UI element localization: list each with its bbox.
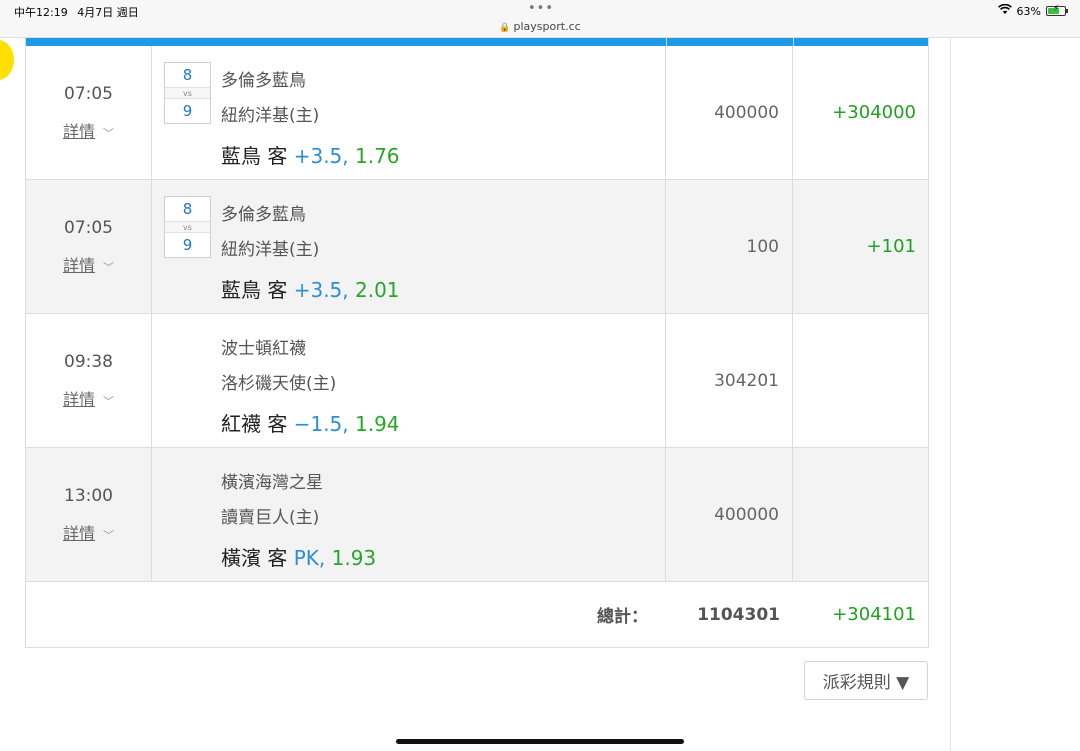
pick-line: +3.5, bbox=[293, 278, 349, 302]
total-bet: 1104301 bbox=[697, 604, 780, 625]
bet-pick: 橫濱 客 PK, 1.93 bbox=[221, 542, 376, 571]
bet-pick: 紅襪 客 −1.5, 1.94 bbox=[221, 408, 400, 437]
win-cell: +101 bbox=[793, 180, 928, 313]
more-dots-icon[interactable]: ••• bbox=[528, 1, 554, 16]
game-time: 09:38 bbox=[64, 351, 113, 372]
battery-percent: 63% bbox=[1016, 4, 1041, 18]
table-row: 13:00 詳情 ﹀ 橫濱海灣之星 讀賣巨人(主) 橫濱 客 PK, 1.93 4… bbox=[26, 448, 928, 582]
table-row: 09:38 詳情 ﹀ 波士頓紅襪 洛杉磯天使(主) 紅襪 客 −1.5, 1.94… bbox=[26, 314, 928, 448]
pick-odds: 2.01 bbox=[355, 278, 400, 302]
home-score: 9 bbox=[182, 102, 193, 120]
pick-odds: 1.93 bbox=[331, 546, 377, 570]
url-text: playsport.cc bbox=[513, 20, 581, 33]
status-time: 中午12:19 bbox=[14, 6, 68, 19]
pick-team: 紅襪 客 bbox=[221, 412, 288, 436]
bet-cell: 304201 bbox=[666, 314, 793, 447]
bet-cell: 400000 bbox=[666, 448, 793, 581]
bet-amount: 304201 bbox=[714, 370, 779, 391]
payout-rules-button[interactable]: 派彩規則 ▼ bbox=[804, 661, 928, 700]
away-score: 8 bbox=[182, 200, 193, 218]
vs-label: vs bbox=[165, 221, 210, 233]
total-win: +304101 bbox=[832, 604, 916, 625]
win-amount: +101 bbox=[866, 236, 916, 257]
home-score: 9 bbox=[182, 236, 193, 254]
time-cell: 07:05 詳情 ﹀ bbox=[26, 180, 152, 313]
status-right: 63% ⚡ bbox=[997, 3, 1068, 18]
pick-odds: 1.94 bbox=[355, 412, 400, 436]
table-row: 07:05 詳情 ﹀ 8 vs 9 多倫多藍鳥 紐約洋基(主) 藍鳥 客 +3.5… bbox=[26, 46, 928, 180]
time-cell: 09:38 詳情 ﹀ bbox=[26, 314, 152, 447]
status-date: 4月7日 週日 bbox=[77, 6, 139, 19]
match-cell: 橫濱海灣之星 讀賣巨人(主) 橫濱 客 PK, 1.93 bbox=[152, 448, 666, 581]
table-header-bar bbox=[26, 38, 928, 46]
bet-pick: 藍鳥 客 +3.5, 1.76 bbox=[221, 140, 400, 169]
time-cell: 07:05 詳情 ﹀ bbox=[26, 46, 152, 179]
home-team: 洛杉磯天使(主) bbox=[221, 374, 337, 394]
bet-pick: 藍鳥 客 +3.5, 2.01 bbox=[221, 274, 400, 303]
chevron-down-icon: ﹀ bbox=[103, 528, 114, 542]
address-bar[interactable]: 🔒 playsport.cc bbox=[0, 20, 1080, 33]
match-cell: 8 vs 9 多倫多藍鳥 紐約洋基(主) 藍鳥 客 +3.5, 2.01 bbox=[152, 180, 666, 313]
away-score: 8 bbox=[182, 66, 193, 84]
home-team: 讀賣巨人(主) bbox=[221, 508, 320, 528]
away-team: 多倫多藍鳥 bbox=[221, 205, 306, 225]
chevron-down-icon: ﹀ bbox=[103, 394, 114, 408]
total-row: 總計： 1104301 +304101 bbox=[26, 582, 928, 648]
time-cell: 13:00 詳情 ﹀ bbox=[26, 448, 152, 581]
home-indicator[interactable] bbox=[396, 739, 684, 744]
pick-line: PK, bbox=[293, 546, 326, 570]
bet-amount: 400000 bbox=[714, 504, 779, 525]
total-label: 總計： bbox=[597, 607, 648, 627]
bet-record-table: 07:05 詳情 ﹀ 8 vs 9 多倫多藍鳥 紐約洋基(主) 藍鳥 客 +3.5… bbox=[25, 38, 929, 648]
pick-line: −1.5, bbox=[293, 412, 349, 436]
chevron-down-icon: ﹀ bbox=[103, 260, 114, 274]
pick-line: +3.5, bbox=[293, 144, 349, 168]
pick-team: 藍鳥 客 bbox=[221, 278, 288, 302]
status-time-date: 中午12:19 4月7日 週日 bbox=[14, 4, 145, 20]
status-bar: 中午12:19 4月7日 週日 ••• 🔒 playsport.cc 63% ⚡ bbox=[0, 0, 1080, 38]
win-cell bbox=[793, 448, 928, 581]
chevron-down-icon: ﹀ bbox=[103, 126, 114, 140]
away-team: 橫濱海灣之星 bbox=[221, 473, 323, 493]
win-amount: +304000 bbox=[832, 102, 916, 123]
lock-icon: 🔒 bbox=[499, 23, 511, 33]
game-time: 07:05 bbox=[64, 217, 113, 238]
win-cell: +304000 bbox=[793, 46, 928, 179]
vs-label: vs bbox=[165, 87, 210, 99]
table-row: 07:05 詳情 ﹀ 8 vs 9 多倫多藍鳥 紐約洋基(主) 藍鳥 客 +3.5… bbox=[26, 180, 928, 314]
detail-link[interactable]: 詳情 ﹀ bbox=[63, 252, 114, 276]
score-box: 8 vs 9 bbox=[164, 62, 211, 124]
battery-icon: ⚡ bbox=[1046, 4, 1068, 16]
match-cell: 波士頓紅襪 洛杉磯天使(主) 紅襪 客 −1.5, 1.94 bbox=[152, 314, 666, 447]
detail-link[interactable]: 詳情 ﹀ bbox=[63, 520, 114, 544]
win-cell bbox=[793, 314, 928, 447]
away-team: 多倫多藍鳥 bbox=[221, 71, 306, 91]
home-team: 紐約洋基(主) bbox=[221, 240, 320, 260]
wifi-icon bbox=[997, 3, 1012, 18]
pick-team: 橫濱 客 bbox=[221, 546, 288, 570]
bet-cell: 400000 bbox=[666, 46, 793, 179]
pick-team: 藍鳥 客 bbox=[221, 144, 288, 168]
home-team: 紐約洋基(主) bbox=[221, 106, 320, 126]
game-time: 07:05 bbox=[64, 83, 113, 104]
pick-odds: 1.76 bbox=[355, 144, 400, 168]
bet-cell: 100 bbox=[666, 180, 793, 313]
game-time: 13:00 bbox=[64, 485, 113, 506]
bet-amount: 100 bbox=[746, 236, 779, 257]
match-cell: 8 vs 9 多倫多藍鳥 紐約洋基(主) 藍鳥 客 +3.5, 1.76 bbox=[152, 46, 666, 179]
away-team: 波士頓紅襪 bbox=[221, 339, 306, 359]
bet-amount: 400000 bbox=[714, 102, 779, 123]
detail-link[interactable]: 詳情 ﹀ bbox=[63, 386, 114, 410]
score-box: 8 vs 9 bbox=[164, 196, 211, 258]
detail-link[interactable]: 詳情 ﹀ bbox=[63, 118, 114, 142]
